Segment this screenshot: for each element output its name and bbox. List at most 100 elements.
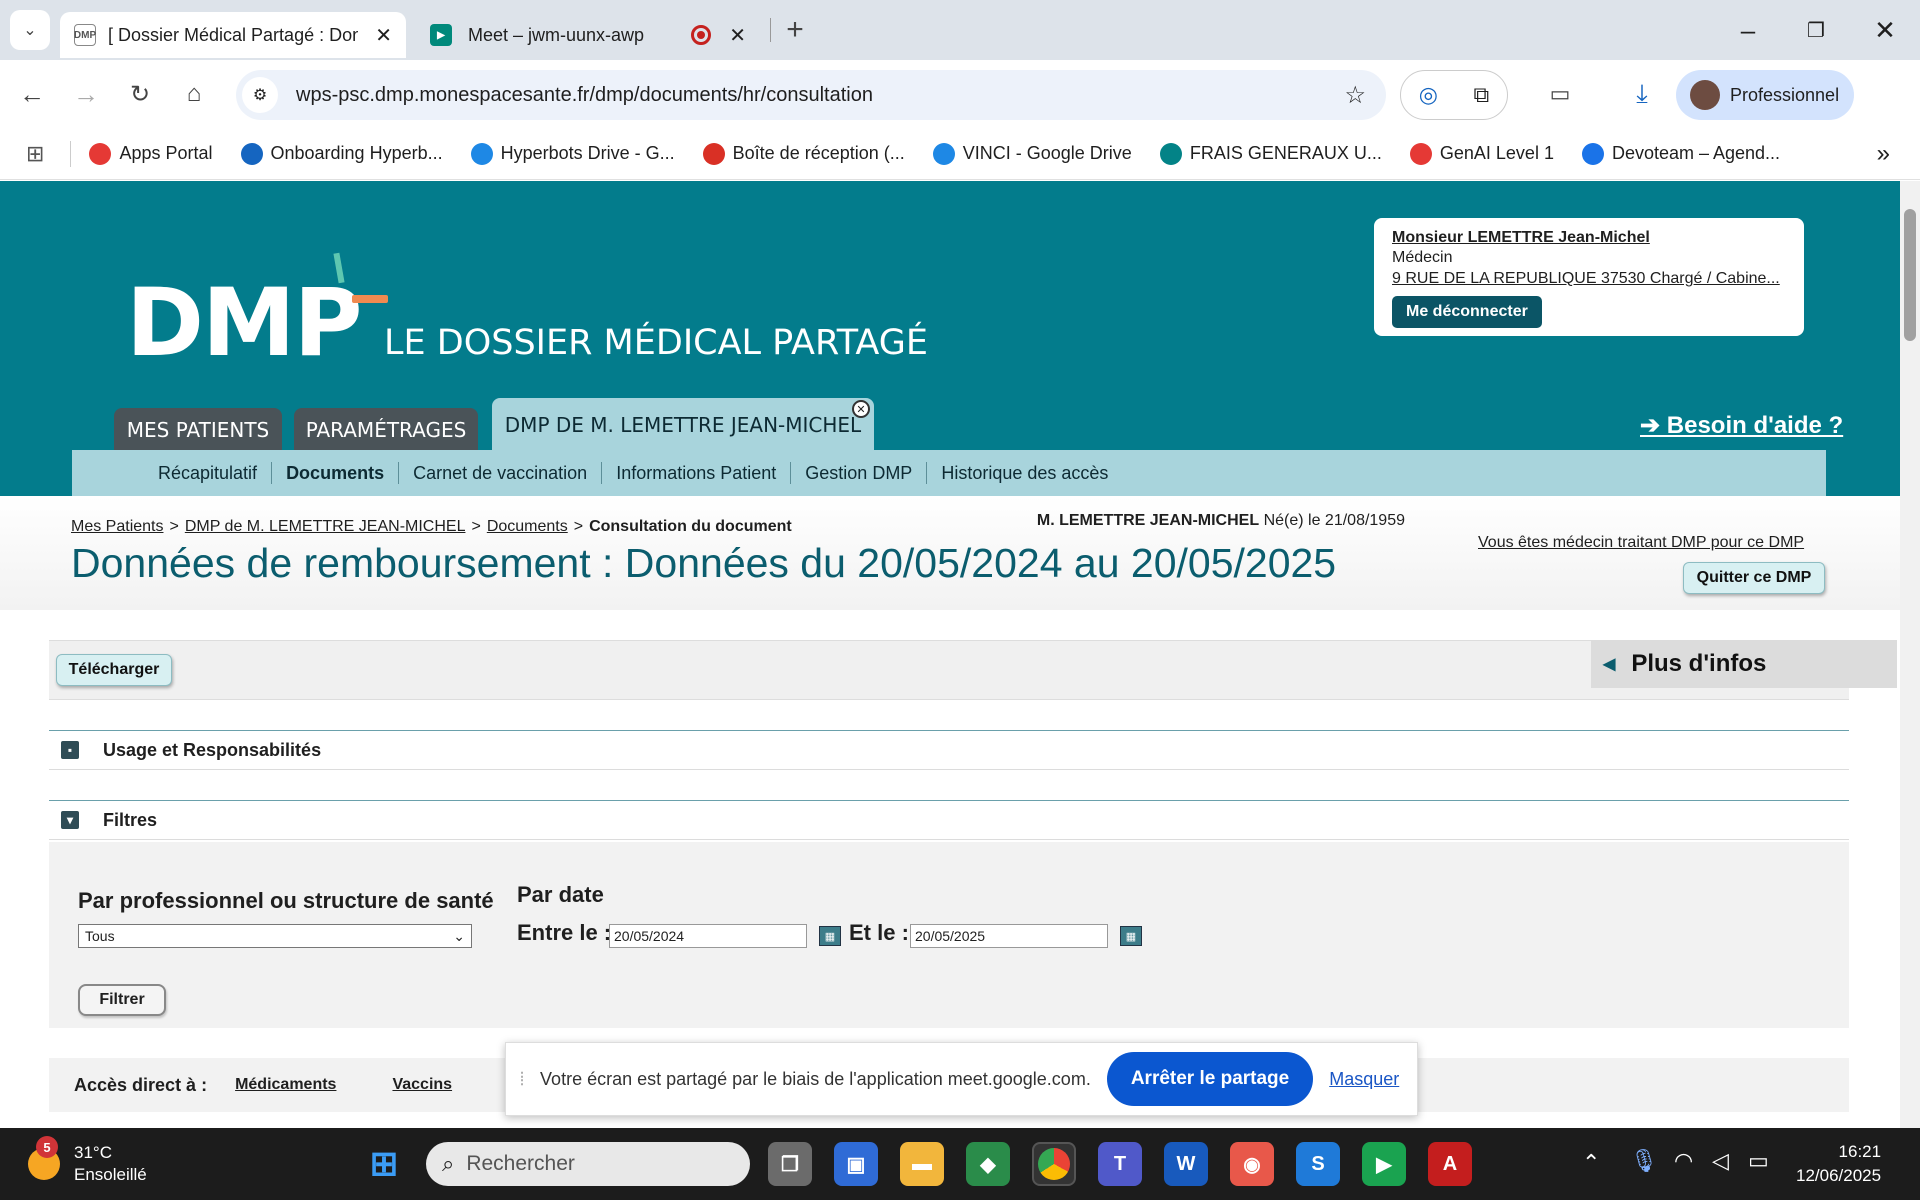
bookmark-item[interactable]: Apps Portal bbox=[89, 142, 213, 165]
tab-dmp-patient[interactable]: DMP DE M. LEMETTRE JEAN-MICHEL bbox=[492, 398, 874, 452]
bookmark-item[interactable]: VINCI - Google Drive bbox=[932, 142, 1132, 165]
google-chat-icon[interactable]: ◆ bbox=[966, 1142, 1010, 1186]
bookmark-label: Apps Portal bbox=[119, 143, 213, 163]
bookmarks-bar: ⊞ Apps Portal Onboarding Hyperb... Hyperbo… bbox=[0, 128, 1920, 180]
bookmark-star-icon[interactable]: ☆ bbox=[1344, 81, 1366, 110]
apps-grid-icon[interactable]: ⊞ bbox=[26, 141, 44, 167]
more-info-panel-toggle[interactable]: ◀ Plus d'infos bbox=[1591, 640, 1897, 688]
minimize-icon[interactable]: – bbox=[1718, 10, 1778, 50]
puzzle-icon[interactable]: ⧉ bbox=[1474, 82, 1490, 108]
tab-meet[interactable]: ▶ Meet – jwm-uunx-awp ✕ bbox=[418, 12, 758, 58]
battery-icon[interactable]: ▭ bbox=[1748, 1148, 1769, 1174]
bookmark-item[interactable]: Onboarding Hyperb... bbox=[240, 142, 443, 165]
teams-icon[interactable]: T bbox=[1098, 1142, 1142, 1186]
extension-icon[interactable]: ◎ bbox=[1419, 82, 1438, 108]
back-icon[interactable]: ← bbox=[12, 74, 52, 114]
user-name[interactable]: Monsieur LEMETTRE Jean-Michel bbox=[1392, 228, 1786, 248]
task-view-icon[interactable]: ❐ bbox=[768, 1142, 812, 1186]
remote-desktop-icon[interactable]: ▣ bbox=[834, 1142, 878, 1186]
windows-start-icon[interactable]: ⊞ bbox=[362, 1142, 406, 1186]
media-player-icon[interactable]: ▶ bbox=[1362, 1142, 1406, 1186]
close-dmp-tab-icon[interactable]: ✕ bbox=[852, 400, 870, 418]
professional-select[interactable]: Tous ⌄ bbox=[78, 924, 472, 948]
reload-icon[interactable]: ↻ bbox=[120, 74, 160, 114]
close-tab-icon[interactable]: ✕ bbox=[375, 23, 392, 48]
quit-dmp-button[interactable]: Quitter ce DMP bbox=[1683, 562, 1825, 594]
dmp-subnav: Récapitulatif Documents Carnet de vaccin… bbox=[72, 450, 1826, 496]
file-explorer-icon[interactable]: ▬ bbox=[900, 1142, 944, 1186]
scrollbar[interactable] bbox=[1900, 181, 1920, 1128]
to-date-label: Et le : bbox=[849, 920, 909, 945]
subnav-documents[interactable]: Documents bbox=[272, 462, 400, 484]
screen-capture-icon[interactable]: ◉ bbox=[1230, 1142, 1274, 1186]
to-date-input[interactable]: 20/05/2025 bbox=[910, 924, 1108, 948]
calendar-icon[interactable]: ▦ bbox=[1120, 926, 1142, 946]
clock[interactable]: 16:21 12/06/2025 bbox=[1796, 1140, 1881, 1188]
profile-button[interactable]: Professionnel bbox=[1676, 70, 1854, 120]
bookmark-item[interactable]: Hyperbots Drive - G... bbox=[470, 142, 675, 165]
weather-widget[interactable]: 5 31°C Ensoleillé bbox=[28, 1136, 147, 1186]
bookmark-item[interactable]: Devoteam – Agend... bbox=[1581, 142, 1780, 165]
subnav-historique-acces[interactable]: Historique des accès bbox=[927, 462, 1122, 484]
from-date-input[interactable]: 20/05/2024 bbox=[609, 924, 807, 948]
trello-icon bbox=[240, 142, 263, 165]
bookmark-item[interactable]: Boîte de réception (... bbox=[702, 142, 905, 165]
filters-section-header[interactable]: ▾ Filtres bbox=[49, 800, 1849, 840]
help-link[interactable]: ➔ Besoin d'aide ? bbox=[1640, 411, 1843, 440]
tab-mes-patients[interactable]: MES PATIENTS bbox=[114, 408, 282, 452]
download-icon[interactable]: ⤓ bbox=[1622, 74, 1662, 114]
wifi-icon[interactable]: ◠ bbox=[1674, 1148, 1693, 1174]
new-tab-icon[interactable]: + bbox=[775, 10, 815, 50]
restore-icon[interactable]: ❐ bbox=[1786, 10, 1846, 50]
word-icon[interactable]: W bbox=[1164, 1142, 1208, 1186]
google-drive-icon bbox=[470, 142, 493, 165]
home-icon[interactable]: ⌂ bbox=[174, 74, 214, 114]
filter-button[interactable]: Filtrer bbox=[78, 984, 166, 1016]
calendar-icon[interactable]: ▦ bbox=[819, 926, 841, 946]
breadcrumb-mes-patients[interactable]: Mes Patients bbox=[71, 518, 163, 536]
volume-icon[interactable]: ◁ bbox=[1712, 1148, 1729, 1174]
breadcrumb-documents[interactable]: Documents bbox=[487, 518, 568, 536]
address-bar[interactable]: ⚙ wps-psc.dmp.monespacesante.fr/dmp/docu… bbox=[236, 70, 1386, 120]
forward-icon[interactable]: → bbox=[66, 74, 106, 114]
stop-sharing-button[interactable]: Arrêter le partage bbox=[1106, 1052, 1314, 1106]
acrobat-icon[interactable]: A bbox=[1428, 1142, 1472, 1186]
user-address[interactable]: 9 RUE DE LA REPUBLIQUE 37530 Chargé / Ca… bbox=[1392, 268, 1786, 290]
share-message: Votre écran est partagé par le biais de … bbox=[540, 1068, 1091, 1089]
close-window-icon[interactable]: ✕ bbox=[1855, 10, 1915, 50]
site-info-icon[interactable]: ⚙ bbox=[242, 77, 278, 113]
url-text[interactable]: wps-psc.dmp.monespacesante.fr/dmp/docume… bbox=[296, 84, 873, 107]
chrome-icon[interactable] bbox=[1032, 1142, 1076, 1186]
drag-handle-icon[interactable]: ⦙ bbox=[520, 1069, 524, 1090]
subnav-gestion-dmp[interactable]: Gestion DMP bbox=[791, 462, 928, 484]
more-bookmarks-icon[interactable]: » bbox=[1877, 140, 1890, 168]
download-button[interactable]: Télécharger bbox=[56, 654, 172, 686]
hide-share-bar-link[interactable]: Masquer bbox=[1329, 1069, 1399, 1090]
bookmark-label: FRAIS GENERAUX U... bbox=[1189, 143, 1382, 163]
link-medicaments[interactable]: Médicaments bbox=[235, 1076, 336, 1094]
close-tab-icon[interactable]: ✕ bbox=[729, 23, 746, 48]
taskbar-search[interactable]: ⌕ Rechercher bbox=[426, 1142, 750, 1186]
logout-button[interactable]: Me déconnecter bbox=[1392, 296, 1542, 328]
tab-dmp[interactable]: DMP [ Dossier Médical Partagé : Don ✕ bbox=[60, 12, 406, 58]
treating-doctor-link[interactable]: Vous êtes médecin traitant DMP pour ce D… bbox=[1478, 534, 1804, 552]
show-hidden-icons-icon[interactable]: ⌃ bbox=[1582, 1150, 1600, 1176]
tab-parametrages[interactable]: PARAMÉTRAGES bbox=[294, 408, 478, 452]
subnav-recapitulatif[interactable]: Récapitulatif bbox=[144, 462, 273, 484]
sharepoint-icon bbox=[1159, 142, 1182, 165]
scrollbar-thumb[interactable] bbox=[1904, 209, 1916, 341]
cast-icon[interactable]: ▭ bbox=[1540, 74, 1580, 114]
profile-label: Professionnel bbox=[1730, 84, 1840, 105]
breadcrumb-dmp[interactable]: DMP de M. LEMETTRE JEAN-MICHEL bbox=[185, 518, 466, 536]
bookmark-item[interactable]: FRAIS GENERAUX U... bbox=[1159, 142, 1382, 165]
link-vaccins[interactable]: Vaccins bbox=[392, 1076, 452, 1094]
bookmark-item[interactable]: GenAI Level 1 bbox=[1409, 142, 1554, 165]
avatar bbox=[1690, 80, 1720, 110]
microphone-icon[interactable]: 🎙 bbox=[1630, 1148, 1658, 1174]
tab-search-icon[interactable]: ⌄ bbox=[10, 10, 50, 50]
bookmark-list: Apps Portal Onboarding Hyperb... Hyperbots… bbox=[89, 142, 1808, 165]
subnav-informations-patient[interactable]: Informations Patient bbox=[602, 462, 792, 484]
subnav-carnet-vaccination[interactable]: Carnet de vaccination bbox=[399, 462, 603, 484]
usage-section-header[interactable]: ▪ Usage et Responsabilités bbox=[49, 730, 1849, 770]
s-app-icon[interactable]: S bbox=[1296, 1142, 1340, 1186]
